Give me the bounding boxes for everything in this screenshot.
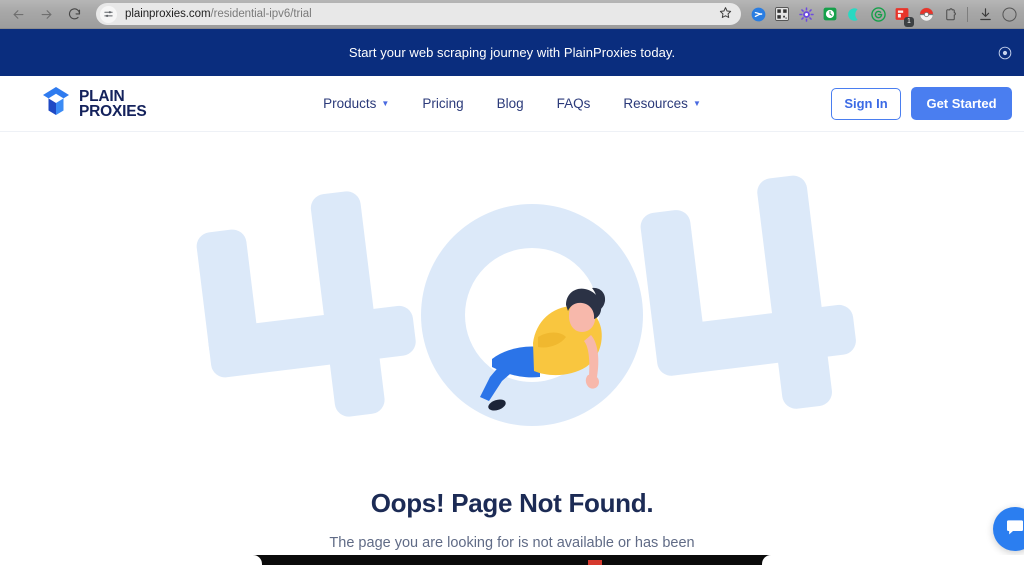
- extensions-puzzle-icon[interactable]: [939, 3, 961, 25]
- nav-label: Blog: [496, 96, 524, 111]
- nav-item-products[interactable]: Products ▼: [323, 96, 389, 111]
- logo-wordmark: PLAIN PROXIES: [79, 87, 147, 120]
- digit-4-left: [196, 191, 416, 417]
- close-circle-icon[interactable]: [997, 45, 1013, 61]
- url-path: /residential-ipv6/trial: [210, 8, 312, 20]
- nav-item-blog[interactable]: Blog: [497, 96, 524, 111]
- extension-purple-gear-icon[interactable]: [795, 3, 817, 25]
- nav-label: FAQs: [556, 96, 591, 111]
- announcement-banner: Start your web scraping journey with Pla…: [0, 29, 1024, 76]
- download-icon[interactable]: [974, 3, 996, 25]
- sign-in-button[interactable]: Sign In: [831, 87, 901, 120]
- reload-icon[interactable]: [60, 0, 88, 28]
- nav-item-faqs[interactable]: FAQs: [557, 96, 591, 111]
- nav-label: Products: [323, 96, 377, 111]
- extension-green-clock-icon[interactable]: [819, 3, 841, 25]
- address-bar[interactable]: plainproxies.com/residential-ipv6/trial: [96, 3, 741, 25]
- back-arrow-icon[interactable]: [4, 0, 32, 28]
- get-started-button[interactable]: Get Started: [911, 87, 1012, 120]
- profile-avatar[interactable]: [998, 3, 1020, 25]
- digit-4-right: [640, 175, 856, 409]
- browser-toolbar: plainproxies.com/residential-ipv6/trial …: [0, 0, 1024, 29]
- url-text: plainproxies.com/residential-ipv6/trial: [125, 8, 715, 20]
- extension-qr-code-icon[interactable]: [771, 3, 793, 25]
- logo-line-2: PROXIES: [79, 102, 147, 120]
- auth-group: Sign In Get Started: [831, 87, 1012, 120]
- sliders-icon[interactable]: [100, 5, 117, 23]
- extension-grammarly-icon[interactable]: [867, 3, 889, 25]
- chat-bubble-icon: [1005, 517, 1024, 542]
- page-title: Oops! Page Not Found.: [370, 488, 654, 518]
- chevron-down-icon: ▼: [692, 98, 701, 108]
- banner-text: Start your web scraping journey with Pla…: [348, 45, 676, 60]
- subtext-line-1: The page you are looking for is not avai…: [329, 535, 695, 551]
- plainproxies-logo-icon: [42, 86, 70, 121]
- extension-cyan-crescent-icon[interactable]: [843, 3, 865, 25]
- window-accent-mark: [588, 560, 602, 565]
- extension-blue-swirl-icon[interactable]: [747, 3, 769, 25]
- forward-arrow-icon[interactable]: [32, 0, 60, 28]
- window-edge-right: [762, 555, 1024, 565]
- extension-badge-count: 1: [904, 17, 914, 27]
- extension-red-icon[interactable]: 1: [891, 3, 914, 27]
- nav-item-resources[interactable]: Resources ▼: [623, 96, 700, 111]
- site-header: PLAIN PROXIES Products ▼ Pricing Blog FA…: [0, 76, 1024, 132]
- window-bottom-edge: [0, 555, 1024, 565]
- window-edge-left: [0, 555, 262, 565]
- nav-item-pricing[interactable]: Pricing: [422, 96, 463, 111]
- nav-label: Pricing: [422, 96, 464, 111]
- main-nav: Products ▼ Pricing Blog FAQs Resources ▼: [323, 96, 701, 111]
- chevron-down-icon: ▼: [381, 98, 390, 108]
- extension-pokeball-icon[interactable]: [915, 3, 937, 25]
- digit-0-ring: [421, 204, 643, 426]
- nav-label: Resources: [623, 96, 688, 111]
- extension-tray: 1: [747, 3, 1020, 27]
- logo-line-1: PLAIN: [79, 87, 125, 105]
- toolbar-divider: [967, 6, 968, 22]
- error-page-main: Oops! Page Not Found. The page you are l…: [0, 133, 1024, 565]
- logo[interactable]: PLAIN PROXIES: [42, 86, 147, 121]
- url-domain: plainproxies.com: [125, 8, 211, 20]
- star-icon[interactable]: [715, 6, 735, 22]
- error-404-artwork: [196, 175, 856, 426]
